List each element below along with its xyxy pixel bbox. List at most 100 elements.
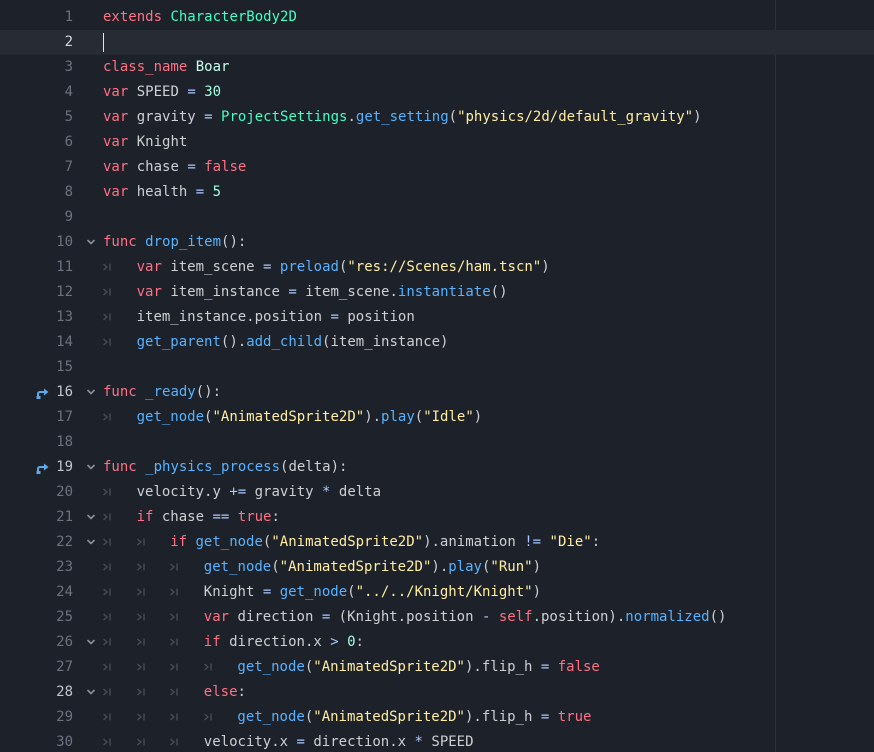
code-token: func (103, 384, 137, 400)
code-token: position (338, 309, 415, 325)
tab-indent-icon (169, 711, 181, 723)
code-token: get_node (136, 409, 205, 425)
code-line[interactable]: 28 else: (0, 680, 874, 705)
code-line[interactable]: 12 var item_instance = item_scene.instan… (0, 280, 874, 305)
tab-indent-icon (102, 286, 114, 298)
code-line[interactable]: 21 if chase == true: (0, 505, 874, 530)
code-token: var (103, 184, 129, 200)
code-line[interactable]: 15 (0, 355, 874, 380)
code-token: direction.x (220, 634, 331, 650)
code-token: direction (229, 609, 322, 625)
line-number: 8 (64, 184, 73, 200)
line-number: 24 (56, 584, 73, 600)
chevron-down-icon[interactable] (85, 636, 97, 648)
code-line[interactable]: 5 var gravity = ProjectSettings.get_setti… (0, 105, 874, 130)
tab-indent-icon (102, 261, 114, 273)
code-token: "../../Knight/Knight" (355, 584, 533, 600)
code-token: ).animation (423, 534, 525, 550)
code-token: : (591, 534, 601, 550)
code-token: () (709, 609, 727, 625)
method-override-icon[interactable] (36, 387, 50, 399)
code-text: else: (204, 680, 246, 705)
code-token: ) (532, 584, 542, 600)
code-token: 5 (212, 184, 222, 200)
code-token: "physics/2d/default_gravity" (457, 109, 694, 125)
code-line[interactable]: 16 func _ready(): (0, 380, 874, 405)
code-line[interactable]: 25 var direction = (Knight.position - se… (0, 605, 874, 630)
code-line[interactable]: 3 class_name Boar (0, 55, 874, 80)
tab-indent-icon (136, 661, 148, 673)
line-number: 21 (56, 509, 73, 525)
line-number: 28 (56, 684, 73, 700)
code-line[interactable]: 17 get_node("AnimatedSprite2D").play("Id… (0, 405, 874, 430)
line-number: 30 (56, 734, 73, 750)
code-token: ( (448, 109, 458, 125)
code-line[interactable]: 23 get_node("AnimatedSprite2D").play("Ru… (0, 555, 874, 580)
code-line[interactable]: 30 velocity.x = direction.x * SPEED (0, 730, 874, 752)
code-token: preload (279, 259, 339, 275)
chevron-down-icon[interactable] (85, 536, 97, 548)
chevron-down-icon[interactable] (85, 461, 97, 473)
tab-indent-icon (169, 686, 181, 698)
code-line[interactable]: 20 velocity.y += gravity * delta (0, 480, 874, 505)
code-token: direction.x (304, 734, 415, 750)
code-text: get_parent().add_child(item_instance) (137, 330, 449, 355)
code-token: get_node (237, 659, 305, 675)
code-token: drop_item (145, 234, 222, 250)
code-line[interactable]: 19 func _physics_process(delta): (0, 455, 874, 480)
code-token: extends (103, 9, 163, 25)
code-line[interactable]: 27 get_node("AnimatedSprite2D").flip_h =… (0, 655, 874, 680)
code-line[interactable]: 14 get_parent().add_child(item_instance) (0, 330, 874, 355)
code-text: var chase = false (103, 155, 246, 180)
code-line[interactable]: 29 get_node("AnimatedSprite2D").flip_h =… (0, 705, 874, 730)
tab-indent-icon (136, 586, 148, 598)
tab-indent-icon (136, 536, 148, 548)
line-number: 12 (56, 284, 73, 300)
code-line[interactable]: 24 Knight = get_node("../../Knight/Knigh… (0, 580, 874, 605)
code-token: = (330, 309, 339, 325)
chevron-down-icon[interactable] (85, 686, 97, 698)
code-token: item_instance (161, 284, 289, 300)
code-line[interactable]: 1 extends CharacterBody2D (0, 5, 874, 30)
code-text: if chase == true: (137, 505, 280, 530)
code-token: "AnimatedSprite2D" (271, 534, 424, 550)
line-number: 10 (56, 234, 73, 250)
code-token: () (490, 284, 508, 300)
code-line[interactable]: 13 item_instance.position = position (0, 305, 874, 330)
code-token: health (128, 184, 196, 200)
code-line[interactable]: 7 var chase = false (0, 155, 874, 180)
method-override-icon[interactable] (36, 462, 50, 474)
code-token: var (203, 609, 230, 625)
line-number: 14 (56, 334, 73, 350)
code-line[interactable]: 10 func drop_item(): (0, 230, 874, 255)
code-token: += (229, 484, 247, 500)
code-token: _ready (145, 384, 196, 400)
code-line[interactable]: 18 (0, 430, 874, 455)
code-line[interactable]: 6 var Knight (0, 130, 874, 155)
code-line[interactable]: 11 var item_scene = preload("res://Scene… (0, 255, 874, 280)
script-editor[interactable]: 1 extends CharacterBody2D 2 3 class_name Boa… (0, 0, 874, 752)
code-token: get_parent (136, 334, 221, 350)
code-line[interactable]: 26 if direction.x > 0: (0, 630, 874, 655)
line-number: 4 (64, 84, 73, 100)
code-text: func drop_item(): (103, 230, 246, 255)
chevron-down-icon[interactable] (85, 511, 97, 523)
code-line[interactable]: 4 var SPEED = 30 (0, 80, 874, 105)
code-text: var health = 5 (103, 180, 221, 205)
code-line[interactable]: 22 if get_node("AnimatedSprite2D").anima… (0, 530, 874, 555)
code-line[interactable]: 8 var health = 5 (0, 180, 874, 205)
text-caret (103, 33, 104, 52)
code-token: normalized (625, 609, 710, 625)
code-line[interactable]: 2 (0, 30, 874, 55)
code-token: get_node (279, 584, 348, 600)
code-line[interactable]: 9 (0, 205, 874, 230)
code-token: . (347, 109, 356, 125)
code-token: get_node (195, 534, 263, 550)
chevron-down-icon[interactable] (85, 386, 97, 398)
line-number: 3 (64, 59, 73, 75)
chevron-down-icon[interactable] (85, 236, 97, 248)
code-text: func _ready(): (103, 380, 221, 405)
